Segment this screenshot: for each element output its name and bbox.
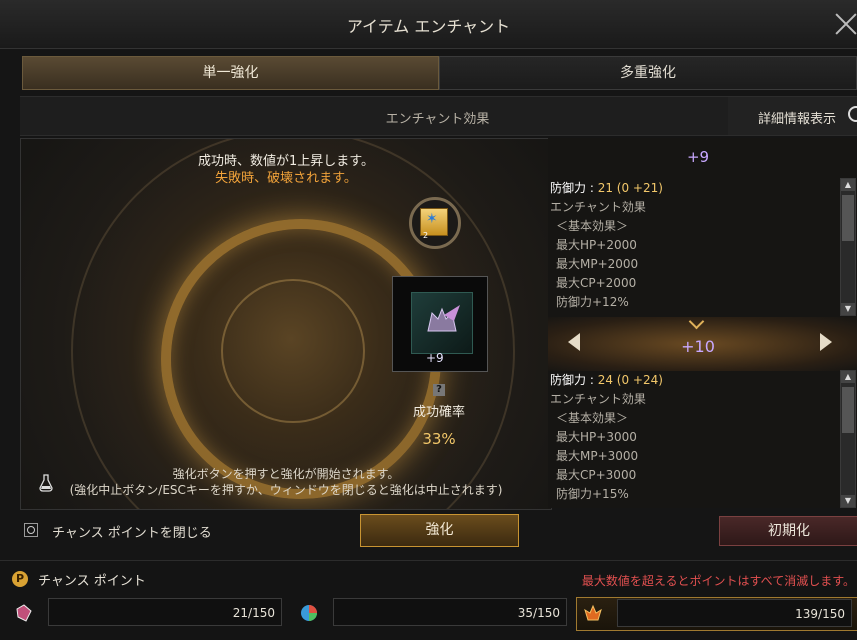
scroll-up-icon[interactable]: ▲	[841, 179, 855, 191]
chance-slot-value: 35/150	[333, 598, 567, 626]
next-stat-line: 最大HP+3000	[556, 430, 637, 444]
level-selector: +10	[548, 317, 857, 371]
failure-message: 失敗時、破壊されます。	[215, 171, 357, 186]
info-line-2: (強化中止ボタン/ESCキーを押すか、ウィンドウを閉じると強化は中止されます)	[69, 483, 503, 497]
current-basic-effect: ＜基本効果＞	[556, 219, 629, 233]
next-stats: 防御力 : 24 (0 +24) エンチャント効果 ＜基本効果＞ 最大HP+30…	[550, 371, 840, 504]
next-effect-title: エンチャント効果	[550, 392, 646, 406]
close-icon[interactable]	[834, 12, 857, 36]
chance-point-panel: P チャンス ポイント 最大数値を超えるとポイントはすべて消滅します。 21/1…	[0, 560, 857, 640]
detail-info-button[interactable]: 詳細情報表示	[728, 97, 857, 135]
rainbow-orb-icon	[301, 605, 317, 621]
pink-crystal-icon	[16, 604, 32, 622]
chance-point-title: チャンス ポイント	[38, 574, 146, 589]
chance-slot[interactable]: 35/150	[293, 597, 571, 629]
reset-button[interactable]: 初期化	[719, 516, 857, 546]
tab-single-enchant[interactable]: 単一強化	[22, 56, 439, 90]
enchant-button[interactable]: 強化	[360, 514, 519, 547]
current-stat-line: 最大HP+2000	[556, 238, 637, 252]
current-level: +9	[686, 148, 710, 166]
next-stat-line: 防御力+15%	[556, 487, 629, 501]
chance-point-icon: P	[12, 571, 28, 587]
next-arrow-icon[interactable]	[820, 333, 832, 351]
fire-emblem-icon	[584, 604, 602, 621]
chance-slot[interactable]: 21/150	[8, 597, 286, 629]
current-defense: 防御力 : 21 (0 +21)	[550, 179, 840, 198]
winged-helm-icon	[427, 305, 460, 332]
chance-slot-value: 21/150	[48, 598, 282, 626]
current-stat-line: 最大CP+2000	[556, 276, 637, 290]
current-defense-value: 21 (0 +21)	[597, 181, 663, 195]
scroll-down-icon[interactable]: ▼	[841, 303, 855, 315]
next-level: +10	[681, 337, 715, 356]
window-title: アイテム エンチャント	[346, 17, 511, 36]
current-defense-label: 防御力 :	[550, 181, 594, 195]
next-basic-effect: ＜基本効果＞	[556, 411, 629, 425]
next-stat-line: 最大MP+3000	[556, 449, 639, 463]
next-scrollbar[interactable]: ▲ ▼	[840, 370, 856, 508]
item-enchant-level: +9	[426, 351, 444, 365]
current-stats: 防御力 : 21 (0 +21) エンチャント効果 ＜基本効果＞ 最大HP+20…	[550, 179, 840, 312]
search-toggle-icon[interactable]	[24, 523, 38, 537]
inner-rune-circle	[221, 279, 365, 423]
chevron-down-icon	[691, 320, 705, 328]
tab-multi-enchant[interactable]: 多重強化	[439, 56, 857, 90]
scroll-slot[interactable]: ✶ 2	[409, 197, 461, 249]
armor-item-icon: +9	[411, 292, 473, 365]
current-stat-line: 最大MP+2000	[556, 257, 639, 271]
scroll-thumb[interactable]	[842, 195, 854, 241]
current-stat-line: 防御力+12%	[556, 295, 629, 309]
enchant-scroll-icon: ✶ 2	[420, 208, 448, 240]
next-stat-line: 最大CP+3000	[556, 468, 637, 482]
scroll-thumb[interactable]	[842, 387, 854, 433]
chance-warning: 最大数値を超えるとポイントはすべて消滅します。	[581, 574, 855, 588]
scroll-up-icon[interactable]: ▲	[841, 371, 855, 383]
magnifier-icon	[848, 106, 857, 122]
enchant-stage: 成功時、数値が1上昇します。 失敗時、破壊されます。 ✶ 2 +9 ? 成功確率…	[20, 138, 552, 510]
chance-slot-value: 139/150	[617, 599, 852, 627]
stat-comparison-panel: +9 防御力 : 21 (0 +21) エンチャント効果 ＜基本効果＞ 最大HP…	[548, 138, 857, 508]
success-rate-value: 33%	[422, 430, 456, 448]
next-defense: 防御力 : 24 (0 +24)	[550, 371, 840, 390]
tab-bar: 単一強化 多重強化	[22, 56, 857, 90]
close-chance-label: チャンス ポイントを閉じる	[52, 526, 212, 541]
success-rate-label: 成功確率	[412, 405, 465, 420]
enchant-effect-header: エンチャント効果 詳細情報表示	[20, 96, 857, 136]
next-defense-value: 24 (0 +24)	[597, 373, 663, 387]
detail-info-label: 詳細情報表示	[758, 112, 837, 127]
help-icon[interactable]: ?	[433, 384, 445, 396]
scroll-down-icon[interactable]: ▼	[841, 495, 855, 507]
current-effect-title: エンチャント効果	[550, 200, 646, 214]
enchant-window: アイテム エンチャント 単一強化 多重強化 エンチャント効果 詳細情報表示 成功…	[0, 0, 857, 640]
chance-slot-selected[interactable]: 139/150	[576, 597, 857, 631]
current-scrollbar[interactable]: ▲ ▼	[840, 178, 856, 316]
scroll-count: 2	[423, 231, 429, 240]
title-bar[interactable]: アイテム エンチャント	[0, 0, 857, 49]
potion-icon	[39, 474, 53, 492]
item-slot[interactable]: +9	[392, 276, 488, 372]
info-line-1: 強化ボタンを押すと強化が開始されます。	[172, 467, 400, 481]
next-defense-label: 防御力 :	[550, 373, 594, 387]
